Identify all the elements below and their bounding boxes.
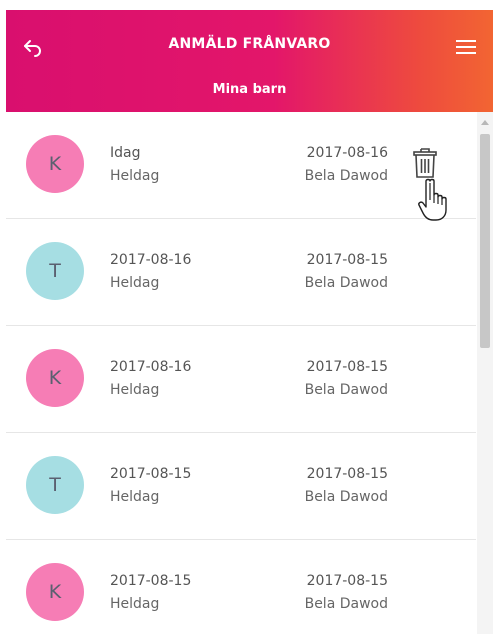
page-title: ANMÄLD FRÅNVARO bbox=[168, 36, 331, 52]
absence-list: K Idag Heldag 2017-08-16 Bela Dawod T 20… bbox=[6, 112, 476, 634]
absence-duration: Heldag bbox=[110, 382, 160, 398]
delete-button[interactable] bbox=[412, 146, 438, 180]
reported-date: 2017-08-16 bbox=[306, 145, 388, 161]
reported-by: Bela Dawod bbox=[304, 168, 388, 184]
hand-cursor-icon bbox=[418, 178, 447, 221]
absence-date: 2017-08-15 bbox=[110, 573, 192, 589]
absence-date: 2017-08-16 bbox=[110, 359, 192, 375]
absence-duration: Heldag bbox=[110, 275, 160, 291]
reported-by: Bela Dawod bbox=[304, 596, 388, 612]
absence-duration: Heldag bbox=[110, 489, 160, 505]
menu-button[interactable] bbox=[449, 30, 483, 64]
app-frame: ANMÄLD FRÅNVARO Mina barn K Idag Heldag … bbox=[6, 10, 493, 634]
reported-date: 2017-08-15 bbox=[306, 573, 388, 589]
avatar: T bbox=[26, 456, 84, 514]
vertical-scrollbar[interactable] bbox=[477, 112, 493, 634]
list-item[interactable]: T 2017-08-15 Heldag 2017-08-15 Bela Dawo… bbox=[6, 433, 476, 540]
absence-date: 2017-08-15 bbox=[110, 466, 192, 482]
app-header: ANMÄLD FRÅNVARO Mina barn bbox=[6, 10, 493, 112]
trash-icon bbox=[413, 148, 437, 178]
avatar: T bbox=[26, 242, 84, 300]
avatar: K bbox=[26, 349, 84, 407]
absence-duration: Heldag bbox=[110, 168, 160, 184]
avatar: K bbox=[26, 563, 84, 621]
reported-date: 2017-08-15 bbox=[306, 359, 388, 375]
scroll-up-arrow-icon[interactable] bbox=[481, 120, 489, 125]
reported-by: Bela Dawod bbox=[304, 275, 388, 291]
list-item[interactable]: K 2017-08-16 Heldag 2017-08-15 Bela Dawo… bbox=[6, 326, 476, 433]
list-item[interactable]: K 2017-08-15 Heldag 2017-08-15 Bela Dawo… bbox=[6, 540, 476, 634]
reported-by: Bela Dawod bbox=[304, 489, 388, 505]
page-subtitle: Mina barn bbox=[212, 82, 287, 97]
absence-date: 2017-08-16 bbox=[110, 252, 192, 268]
list-item[interactable]: K Idag Heldag 2017-08-16 Bela Dawod bbox=[6, 112, 476, 221]
absence-duration: Heldag bbox=[110, 596, 160, 612]
scrollbar-thumb[interactable] bbox=[480, 134, 490, 348]
absence-date: Idag bbox=[110, 145, 141, 161]
reported-by: Bela Dawod bbox=[304, 382, 388, 398]
reported-date: 2017-08-15 bbox=[306, 466, 388, 482]
hamburger-menu-icon bbox=[456, 40, 476, 54]
avatar: K bbox=[26, 135, 84, 193]
list-item[interactable]: T 2017-08-16 Heldag 2017-08-15 Bela Dawo… bbox=[6, 219, 476, 326]
reported-date: 2017-08-15 bbox=[306, 252, 388, 268]
